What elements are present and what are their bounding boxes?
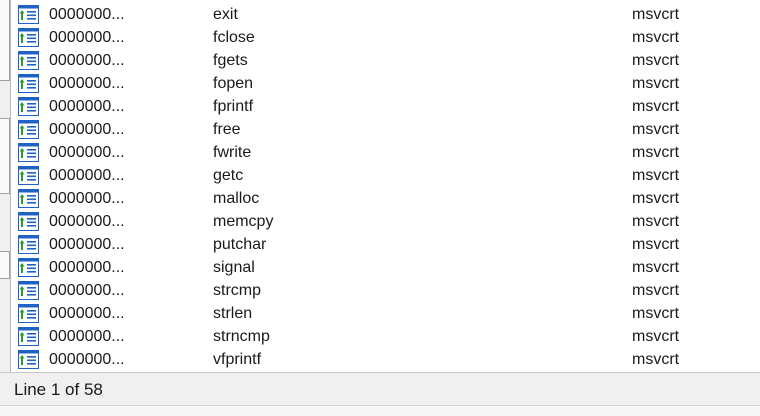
import-function-icon bbox=[18, 304, 39, 323]
import-function-icon bbox=[18, 120, 39, 139]
table-row[interactable]: 0000000... strncmp msvcrt bbox=[11, 325, 760, 348]
import-function-icon bbox=[18, 5, 39, 24]
import-function-icon bbox=[18, 327, 39, 346]
import-function-icon bbox=[18, 212, 39, 231]
address-cell: 0000000... bbox=[49, 328, 125, 345]
library-cell: msvcrt bbox=[632, 351, 680, 368]
library-cell: msvcrt bbox=[632, 98, 680, 115]
address-cell: 0000000... bbox=[49, 259, 125, 276]
left-panel-segment-lower[interactable] bbox=[0, 251, 10, 279]
table-row[interactable]: 0000000... getc msvcrt bbox=[11, 164, 760, 187]
library-cell: msvcrt bbox=[632, 305, 680, 322]
address-cell: 0000000... bbox=[49, 121, 125, 138]
table-row[interactable]: 0000000... malloc msvcrt bbox=[11, 187, 760, 210]
address-cell: 0000000... bbox=[49, 98, 125, 115]
table-row[interactable]: 0000000... fprintf msvcrt bbox=[11, 95, 760, 118]
function-name-cell: vfprintf bbox=[213, 351, 262, 368]
library-cell: msvcrt bbox=[632, 144, 680, 161]
import-function-icon bbox=[18, 51, 39, 70]
imports-window: 0000000... exit msvcrt 0000000... fclose msvc… bbox=[0, 0, 760, 416]
table-row[interactable]: 0000000... memcpy msvcrt bbox=[11, 210, 760, 233]
import-function-icon bbox=[18, 350, 39, 369]
table-row[interactable]: 0000000... signal msvcrt bbox=[11, 256, 760, 279]
left-panel-segment-middle[interactable] bbox=[0, 118, 10, 194]
table-row[interactable]: 0000000... strcmp msvcrt bbox=[11, 279, 760, 302]
left-side-panel-edge bbox=[0, 0, 10, 372]
import-function-icon bbox=[18, 166, 39, 185]
import-function-icon bbox=[18, 281, 39, 300]
library-cell: msvcrt bbox=[632, 52, 680, 69]
function-name-cell: exit bbox=[213, 6, 238, 23]
address-cell: 0000000... bbox=[49, 6, 125, 23]
address-cell: 0000000... bbox=[49, 167, 125, 184]
import-function-icon bbox=[18, 28, 39, 47]
import-function-icon bbox=[18, 235, 39, 254]
function-name-cell: strlen bbox=[213, 305, 253, 322]
status-bar: Line 1 of 58 bbox=[0, 372, 760, 406]
function-name-cell: getc bbox=[213, 167, 244, 184]
library-cell: msvcrt bbox=[632, 213, 680, 230]
library-cell: msvcrt bbox=[632, 6, 680, 23]
function-name-cell: fwrite bbox=[213, 144, 252, 161]
import-function-icon bbox=[18, 143, 39, 162]
table-row[interactable]: 0000000... fgets msvcrt bbox=[11, 49, 760, 72]
imports-list[interactable]: 0000000... exit msvcrt 0000000... fclose msvc… bbox=[10, 0, 760, 372]
address-cell: 0000000... bbox=[49, 236, 125, 253]
library-cell: msvcrt bbox=[632, 121, 680, 138]
function-name-cell: strncmp bbox=[213, 328, 270, 345]
table-row[interactable]: 0000000... free msvcrt bbox=[11, 118, 760, 141]
table-row[interactable]: 0000000... fwrite msvcrt bbox=[11, 141, 760, 164]
function-name-cell: fgets bbox=[213, 52, 248, 69]
left-panel-segment-top[interactable] bbox=[0, 0, 10, 81]
line-count-status: Line 1 of 58 bbox=[14, 380, 103, 399]
table-row[interactable]: 0000000... strlen msvcrt bbox=[11, 302, 760, 325]
library-cell: msvcrt bbox=[632, 75, 680, 92]
library-cell: msvcrt bbox=[632, 328, 680, 345]
library-cell: msvcrt bbox=[632, 167, 680, 184]
address-cell: 0000000... bbox=[49, 52, 125, 69]
function-name-cell: malloc bbox=[213, 190, 260, 207]
import-function-icon bbox=[18, 74, 39, 93]
import-function-icon bbox=[18, 189, 39, 208]
table-row[interactable]: 0000000... fopen msvcrt bbox=[11, 72, 760, 95]
address-cell: 0000000... bbox=[49, 282, 125, 299]
address-cell: 0000000... bbox=[49, 213, 125, 230]
library-cell: msvcrt bbox=[632, 190, 680, 207]
function-name-cell: free bbox=[213, 121, 241, 138]
function-name-cell: signal bbox=[213, 259, 255, 276]
function-name-cell: putchar bbox=[213, 236, 267, 253]
library-cell: msvcrt bbox=[632, 236, 680, 253]
address-cell: 0000000... bbox=[49, 351, 125, 368]
table-row[interactable]: 0000000... putchar msvcrt bbox=[11, 233, 760, 256]
import-function-icon bbox=[18, 97, 39, 116]
function-name-cell: fclose bbox=[213, 29, 255, 46]
function-name-cell: fprintf bbox=[213, 98, 254, 115]
function-name-cell: fopen bbox=[213, 75, 254, 92]
address-cell: 0000000... bbox=[49, 190, 125, 207]
import-function-icon bbox=[18, 258, 39, 277]
table-row[interactable]: 0000000... vfprintf msvcrt bbox=[11, 348, 760, 371]
library-cell: msvcrt bbox=[632, 29, 680, 46]
window-bottom-edge bbox=[0, 405, 760, 416]
address-cell: 0000000... bbox=[49, 75, 125, 92]
address-cell: 0000000... bbox=[49, 144, 125, 161]
function-name-cell: strcmp bbox=[213, 282, 261, 299]
library-cell: msvcrt bbox=[632, 259, 680, 276]
library-cell: msvcrt bbox=[632, 282, 680, 299]
table-row[interactable]: 0000000... fclose msvcrt bbox=[11, 26, 760, 49]
address-cell: 0000000... bbox=[49, 305, 125, 322]
address-cell: 0000000... bbox=[49, 29, 125, 46]
table-row[interactable]: 0000000... exit msvcrt bbox=[11, 3, 760, 26]
function-name-cell: memcpy bbox=[213, 213, 274, 230]
